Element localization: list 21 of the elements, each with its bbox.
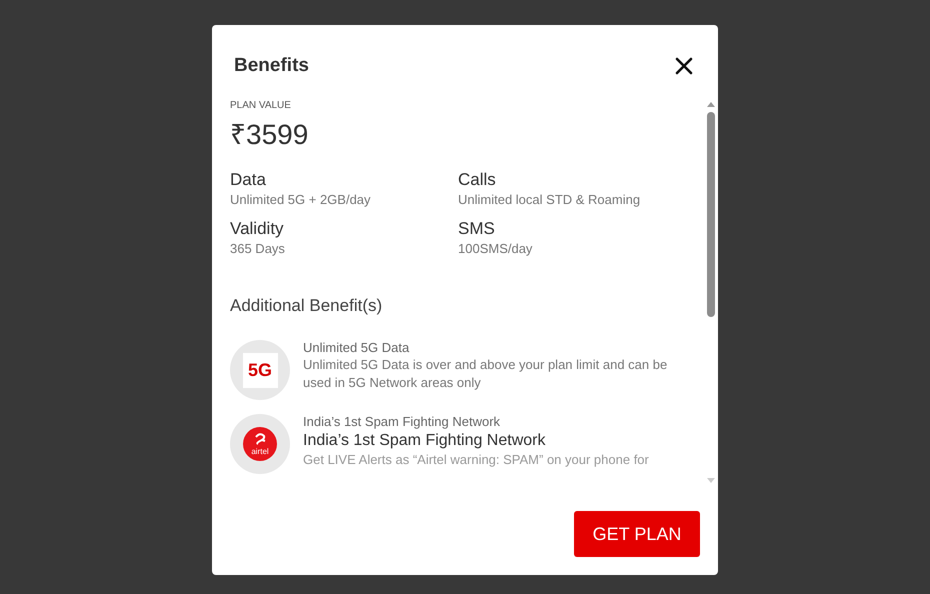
close-icon[interactable] — [674, 56, 694, 76]
benefit-title: Unlimited 5G Data — [303, 340, 410, 355]
get-plan-button[interactable]: GET PLAN — [574, 511, 700, 557]
benefit-description: Unlimited 5G Data is over and above your plan limit and can be used in 5G Network areas only — [303, 356, 668, 392]
benefit-name: Validity — [230, 219, 285, 239]
benefit-name: SMS — [458, 219, 496, 239]
plan-price: ₹3599 — [230, 118, 310, 152]
plan-value-label: PLAN VALUE — [230, 100, 292, 111]
airtel-logo: airtel — [243, 427, 277, 461]
benefit-subtitle: India’s 1st Spam Fighting Network — [303, 432, 546, 450]
benefit-value: 100SMS/day — [458, 241, 534, 256]
benefit-title: India’s 1st Spam Fighting Network — [303, 414, 502, 429]
dialog-title: Benefits — [234, 55, 309, 77]
benefit-value: Unlimited local STD & Roaming — [458, 192, 642, 207]
benefit-name: Calls — [458, 170, 497, 190]
benefit-description: Get LIVE Alerts as “Airtel warning: SPAM” on your phone for — [303, 451, 649, 469]
five-g-logo: 5G — [242, 352, 278, 388]
section-heading: Additional Benefit(s) — [230, 296, 384, 316]
benefit-name: Data — [230, 170, 267, 190]
benefit-value: Unlimited 5G + 2GB/day — [230, 192, 372, 207]
benefit-value: 365 Days — [230, 241, 286, 256]
